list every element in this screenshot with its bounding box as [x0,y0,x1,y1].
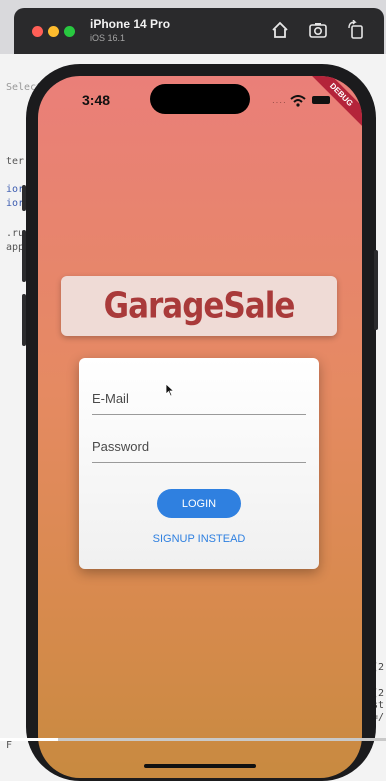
dynamic-island [150,84,250,114]
app-logo: GarageSale [61,276,337,336]
power-button [374,250,378,330]
status-time: 3:48 [82,92,111,108]
device-name: iPhone 14 Pro [90,17,171,31]
wifi-icon [290,94,306,112]
screenshot-icon[interactable] [308,20,330,42]
side-button [22,294,26,346]
simulator-title-bar: iPhone 14 Pro iOS 16.1 [14,8,384,54]
ide-snippet: F [6,740,13,751]
mouse-pointer-icon [165,383,175,402]
login-button[interactable]: LOGIN [157,489,241,518]
ide-snippet: ter [6,156,25,167]
signup-instead-button[interactable]: SIGNUP INSTEAD [119,531,279,547]
email-field[interactable] [92,382,306,415]
video-progress-fill [0,738,58,741]
os-version: iOS 16.1 [90,33,126,43]
password-field[interactable] [92,430,306,463]
home-indicator [144,764,256,768]
signal-icon: ···· [272,98,287,107]
zoom-window-button[interactable] [64,26,75,37]
close-window-button[interactable] [32,26,43,37]
side-button [22,185,26,211]
video-progress-bar[interactable] [0,738,386,741]
rotate-icon[interactable] [346,20,368,42]
app-screen: 3:48 ···· DEBUG GarageSale LOGIN SIGNUP … [38,76,362,778]
minimize-window-button[interactable] [48,26,59,37]
battery-icon [312,96,330,104]
home-icon[interactable] [270,20,292,42]
logo-text: GarageSale [103,285,296,327]
login-card: LOGIN SIGNUP INSTEAD [79,358,319,569]
side-button [22,230,26,282]
